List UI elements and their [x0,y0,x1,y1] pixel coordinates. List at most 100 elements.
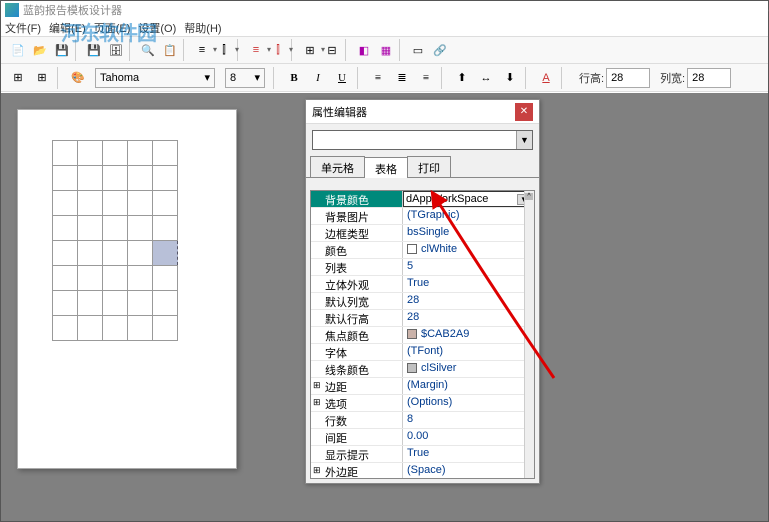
valign-bot-icon[interactable]: ⬇ [499,67,521,89]
property-row[interactable]: 背景图片(TGraphic) [311,208,534,225]
align-left-icon[interactable]: ≡ [367,67,389,89]
preview-icon[interactable]: 🔍 [137,39,159,61]
align-right-icon[interactable]: ≡ [415,67,437,89]
property-row[interactable]: 行数8 [311,412,534,429]
field-icon[interactable]: ▭ [407,39,429,61]
insert-row-icon[interactable]: ≡ [191,39,213,61]
property-row[interactable]: 外边距(Space) [311,463,534,479]
delete-col-icon[interactable]: ⫿ [267,39,289,61]
property-row[interactable]: 焦点颜色$CAB2A9 [311,327,534,344]
property-value[interactable]: (Space) [403,463,534,479]
menu-help[interactable]: 帮助(H) [184,20,221,36]
property-row[interactable]: 间距0.00 [311,429,534,446]
tab-print[interactable]: 打印 [407,156,451,177]
property-name: 字体 [311,344,403,360]
property-row[interactable]: 默认行高28 [311,310,534,327]
property-value[interactable]: (TGraphic) [403,208,534,224]
property-value[interactable]: 0.00 [403,429,534,445]
property-value[interactable]: (TFont) [403,344,534,360]
property-value[interactable]: True [403,276,534,292]
property-value[interactable]: (Margin) [403,378,534,394]
property-editor-title: 属性编辑器 [312,104,367,120]
property-value[interactable]: dAppWorkSpace▼ [403,191,534,207]
save-icon[interactable]: 💾 [51,39,73,61]
property-value[interactable]: $CAB2A9 [403,327,534,343]
property-row[interactable]: 背景颜色dAppWorkSpace▼ [311,191,534,208]
property-row[interactable]: 选项(Options) [311,395,534,412]
main-toolbar: 📄 📂 💾 💾 🗄 🔍 📋 ≡ ⫿ ≡ ⫿ ⊞ ⊟ ◧ ▦ ▭ 🔗 [1,36,768,64]
valign-mid-icon[interactable]: ↔ [475,67,497,89]
property-row[interactable]: 列表5 [311,259,534,276]
property-value[interactable]: 28 [403,310,534,326]
property-value[interactable]: clWhite [403,242,534,258]
fill-icon[interactable]: ◧ [353,39,375,61]
italic-button[interactable]: I [307,67,329,89]
col-width-label: 列宽: [660,70,685,86]
col-width-input[interactable] [687,68,731,88]
property-name: 间距 [311,429,403,445]
object-selector-combo[interactable]: ▼ [312,130,533,150]
properties-icon[interactable]: 📋 [159,39,181,61]
menu-bar: 文件(F) 编辑(E) 页面(E) 设置(O) 帮助(H) 河东软件园 [1,19,768,36]
valign-top-icon[interactable]: ⬆ [451,67,473,89]
property-value[interactable]: bsSingle [403,225,534,241]
merge-icon[interactable]: ⊞ [299,39,321,61]
open-icon[interactable]: 📂 [29,39,51,61]
grid-icon[interactable]: ⊞ [31,67,53,89]
tab-table[interactable]: 表格 [364,157,408,178]
window-title: 蓝韵报告模板设计器 [23,2,122,18]
row-height-label: 行高: [579,70,604,86]
selected-cell [153,241,178,266]
row-height-input[interactable] [606,68,650,88]
property-value[interactable]: True [403,446,534,462]
menu-settings[interactable]: 设置(O) [138,20,176,36]
property-value[interactable]: clSilver [403,361,534,377]
property-row[interactable]: 立体外观True [311,276,534,293]
property-row[interactable]: 线条颜色clSilver [311,361,534,378]
border-icon[interactable]: ▦ [375,39,397,61]
property-row[interactable]: 默认列宽28 [311,293,534,310]
property-value[interactable]: (Options) [403,395,534,411]
property-value[interactable]: 5 [403,259,534,275]
save-as-icon[interactable]: 💾 [83,39,105,61]
report-grid[interactable] [52,140,178,341]
delete-row-icon[interactable]: ≡ [245,39,267,61]
link-icon[interactable]: 🔗 [429,39,451,61]
property-name: 立体外观 [311,276,403,292]
split-icon[interactable]: ⊟ [321,39,343,61]
property-name: 默认行高 [311,310,403,326]
property-row[interactable]: 显示提示True [311,446,534,463]
property-name: 显示提示 [311,446,403,462]
menu-page[interactable]: 页面(E) [94,20,131,36]
tab-cell[interactable]: 单元格 [310,156,365,177]
app-logo-icon [5,3,19,17]
font-color-icon[interactable]: A [535,67,557,89]
borders-icon[interactable]: ⊞ [7,67,29,89]
property-grid[interactable]: 背景颜色dAppWorkSpace▼背景图片(TGraphic)边框类型bsSi… [310,190,535,479]
property-name: 边框类型 [311,225,403,241]
underline-button[interactable]: U [331,67,353,89]
align-center-icon[interactable]: ≣ [391,67,413,89]
new-icon[interactable]: 📄 [7,39,29,61]
property-name: 背景颜色 [311,191,403,207]
property-row[interactable]: 颜色clWhite [311,242,534,259]
property-row[interactable]: 边框类型bsSingle [311,225,534,242]
color-icon[interactable]: 🎨 [67,67,89,89]
property-row[interactable]: 字体(TFont) [311,344,534,361]
menu-edit[interactable]: 编辑(E) [49,20,86,36]
design-canvas[interactable]: 属性编辑器 ✕ ▼ 单元格 表格 打印 背景颜色dAppWorkSpace▼背景… [1,93,768,521]
property-editor-panel: 属性编辑器 ✕ ▼ 单元格 表格 打印 背景颜色dAppWorkSpace▼背景… [305,99,540,484]
property-value[interactable]: 8 [403,412,534,428]
property-name: 线条颜色 [311,361,403,377]
property-name: 焦点颜色 [311,327,403,343]
font-select[interactable]: Tahoma▾ [95,68,215,88]
property-row[interactable]: 边距(Margin) [311,378,534,395]
database-icon[interactable]: 🗄 [105,39,127,61]
insert-col-icon[interactable]: ⫿ [213,39,235,61]
scrollbar[interactable]: ^ [524,191,534,478]
close-button[interactable]: ✕ [515,103,533,121]
bold-button[interactable]: B [283,67,305,89]
font-size-select[interactable]: 8▾ [225,68,265,88]
property-value[interactable]: 28 [403,293,534,309]
menu-file[interactable]: 文件(F) [5,20,41,36]
